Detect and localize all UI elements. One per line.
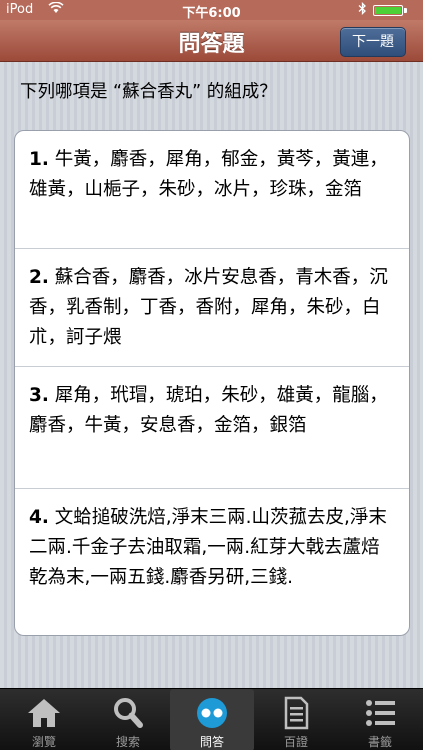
tab-browse[interactable]: 瀏覽 [2,689,86,750]
tab-bar: 瀏覽 搜索 問答 百證 書籤 [0,688,423,750]
question-text: 下列哪項是 “蘇合香丸” 的組成？ [20,82,277,102]
status-bar: iPod 下午6:00 [0,0,423,21]
search-icon [108,695,148,731]
option-2[interactable]: 2. 蘇合香，麝香，冰片安息香，青木香，沉香，乳香制，丁香，香附，犀角，朱砂，白… [15,249,409,367]
battery-tip [404,8,407,13]
option-text: 犀角，玳瑁，琥珀，朱砂，雄黃，龍腦，麝香，牛黃，安息香，金箔，銀箔 [29,385,388,436]
tab-search[interactable]: 搜索 [86,689,170,750]
tab-label: 搜索 [115,735,140,749]
option-3[interactable]: 3. 犀角，玳瑁，琥珀，朱砂，雄黃，龍腦，麝香，牛黃，安息香，金箔，銀箔 [15,367,409,489]
option-4[interactable]: 4. 文蛤搥破洗焙,淨末三兩.山茨菰去皮,淨末二兩.千金子去油取霜,一兩.紅芽大… [15,489,409,635]
option-1[interactable]: 1. 牛黃，麝香，犀角，郁金，黃芩，黃連，雄黃，山梔子，朱砂，冰片，珍珠，金箔 [15,131,409,249]
tab-label: 百證 [283,735,308,749]
option-number: 3. [29,385,49,406]
navigation-bar: 問答題 下一題 [0,20,423,62]
home-icon [24,695,64,731]
option-text: 牛黃，麝香，犀角，郁金，黃芩，黃連，雄黃，山梔子，朱砂，冰片，珍珠，金箔 [29,149,388,200]
battery-icon [373,5,403,16]
option-number: 1. [29,149,49,170]
tab-hundred-cases[interactable]: 百證 [254,689,338,750]
document-icon [276,695,316,731]
quiz-icon [192,695,232,731]
tab-quiz[interactable]: 問答 [170,689,254,750]
next-question-button[interactable]: 下一題 [340,27,406,57]
tab-label: 書籤 [367,735,392,749]
option-text: 蘇合香，麝香，冰片安息香，青木香，沉香，乳香制，丁香，香附，犀角，朱砂，白朮，訶… [29,267,388,348]
option-number: 2. [29,267,49,288]
option-text: 文蛤搥破洗焙,淨末三兩.山茨菰去皮,淨末二兩.千金子去油取霜,一兩.紅芽大戟去蘆… [29,507,387,588]
options-card: 1. 牛黃，麝香，犀角，郁金，黃芩，黃連，雄黃，山梔子，朱砂，冰片，珍珠，金箔 … [14,130,410,636]
tab-bookmarks[interactable]: 書籤 [338,689,422,750]
list-icon [360,695,400,731]
bluetooth-icon [358,1,367,18]
tab-label: 瀏覽 [31,735,56,749]
option-number: 4. [29,507,49,528]
tab-label: 問答 [199,735,224,749]
